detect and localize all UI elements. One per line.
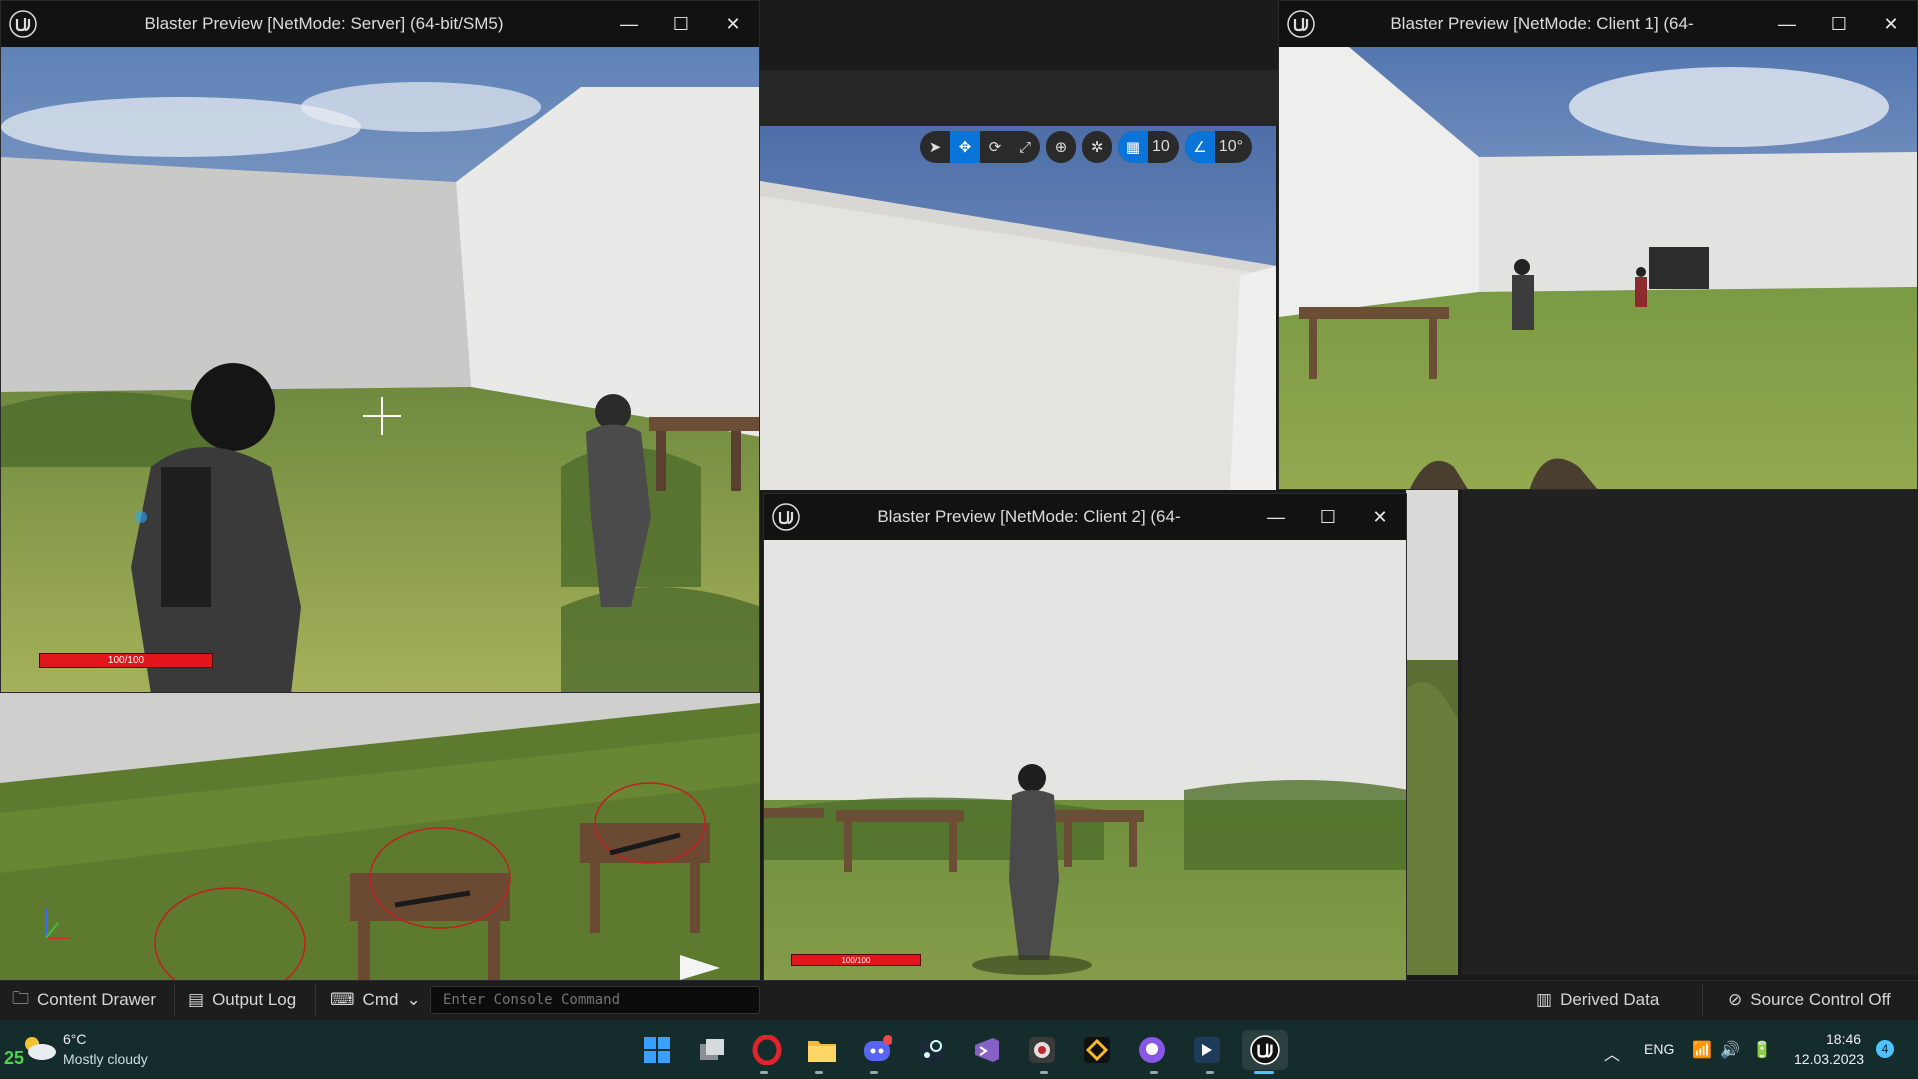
grid-snap-value[interactable]: 10 xyxy=(1148,131,1179,163)
world-space-group: ⊕ xyxy=(1046,131,1076,163)
level-viewport[interactable] xyxy=(760,126,1276,490)
maximize-icon[interactable]: ☐ xyxy=(1813,1,1865,47)
windows-start-icon[interactable] xyxy=(637,1030,677,1070)
wifi-icon[interactable]: 📶 xyxy=(1692,1040,1712,1060)
client2-window-title: Blaster Preview [NetMode: Client 2] (64- xyxy=(877,507,1181,526)
server-window-title: Blaster Preview [NetMode: Server] (64-bi… xyxy=(144,14,504,33)
cmd-dropdown[interactable]: ⌨ Cmd ⌄ xyxy=(320,980,431,1020)
output-log-button[interactable]: ▤ Output Log xyxy=(178,980,306,1020)
editor-lower-viewport[interactable] xyxy=(0,693,760,980)
close-icon[interactable]: ✕ xyxy=(707,1,759,47)
running-indicator xyxy=(870,1071,878,1074)
chevron-down-icon: ⌄ xyxy=(406,990,421,1009)
client2-preview-window[interactable]: Blaster Preview [NetMode: Client 2] (64-… xyxy=(763,493,1407,1020)
rotation-snap-icon[interactable]: ∠ xyxy=(1184,131,1215,163)
opera-icon[interactable] xyxy=(747,1030,787,1070)
client1-game-view[interactable] xyxy=(1279,47,1917,489)
weather-description: Mostly cloudy xyxy=(63,1051,148,1067)
maximize-icon[interactable]: ☐ xyxy=(655,1,707,47)
file-explorer-icon[interactable] xyxy=(802,1030,842,1070)
weather-temperature: 6°C xyxy=(63,1031,87,1047)
derived-data-icon: ▥ xyxy=(1536,990,1553,1009)
source-control-off-icon: ⊘ xyxy=(1728,990,1743,1009)
github-icon[interactable] xyxy=(1132,1030,1172,1070)
side-viewport-strip xyxy=(1406,490,1458,975)
server-preview-window[interactable]: Blaster Preview [NetMode: Server] (64-bi… xyxy=(0,0,760,693)
world-space-icon[interactable]: ⊕ xyxy=(1046,131,1076,163)
close-icon[interactable]: ✕ xyxy=(1354,494,1406,540)
derived-data-label: Derived Data xyxy=(1560,990,1660,1009)
terminal-icon: ⌨ xyxy=(330,990,355,1009)
client1-preview-window[interactable]: Blaster Preview [NetMode: Client 1] (64-… xyxy=(1278,0,1918,490)
running-indicator xyxy=(815,1071,823,1074)
active-indicator xyxy=(1254,1071,1274,1074)
scale-mode-icon[interactable]: ⤢ xyxy=(1010,131,1040,163)
show-hidden-icons-chevron-up-icon[interactable]: ︿ xyxy=(1604,1041,1620,1065)
content-drawer-label: Content Drawer xyxy=(37,990,157,1009)
unreal-logo-icon xyxy=(1,1,45,47)
divider xyxy=(315,984,316,1016)
server-titlebar[interactable]: Blaster Preview [NetMode: Server] (64-bi… xyxy=(1,1,759,47)
select-mode-icon[interactable]: ➤ xyxy=(920,131,950,163)
minimize-icon[interactable]: — xyxy=(1250,494,1302,540)
client1-window-title: Blaster Preview [NetMode: Client 1] (64- xyxy=(1390,14,1694,33)
editor-tab-area xyxy=(760,70,1280,126)
task-view-icon[interactable] xyxy=(692,1030,732,1070)
steam-icon[interactable] xyxy=(912,1030,952,1070)
minimize-icon[interactable]: — xyxy=(603,1,655,47)
battery-icon[interactable]: 🔋 xyxy=(1752,1040,1772,1060)
editor-toolbar-area xyxy=(760,0,1280,70)
client2-health-bar: 100/100 xyxy=(791,954,921,966)
minimize-icon[interactable]: — xyxy=(1761,1,1813,47)
server-game-view[interactable]: 100/100 xyxy=(1,47,759,692)
unreal-engine-taskbar-icon[interactable] xyxy=(1242,1030,1288,1070)
divider xyxy=(1702,984,1703,1016)
divider xyxy=(174,984,175,1016)
running-indicator xyxy=(1040,1071,1048,1074)
rotation-snap-value[interactable]: 10° xyxy=(1215,131,1252,163)
content-drawer-icon: 🗀 xyxy=(12,988,29,1008)
grid-snap-icon[interactable]: ▦ xyxy=(1118,131,1148,163)
discord-icon[interactable] xyxy=(857,1030,897,1070)
transform-group: ➤ ✥ ⟳ ⤢ xyxy=(920,131,1040,163)
close-icon[interactable]: ✕ xyxy=(1865,1,1917,47)
app-icon[interactable] xyxy=(1187,1030,1227,1070)
surface-snap-icon[interactable]: ✲ xyxy=(1082,131,1112,163)
running-indicator xyxy=(1150,1071,1158,1074)
unreal-logo-icon xyxy=(1279,1,1323,47)
translate-mode-icon[interactable]: ✥ xyxy=(950,131,980,163)
output-log-icon: ▤ xyxy=(188,990,205,1009)
cmd-label: Cmd xyxy=(362,990,399,1009)
console-command-input[interactable] xyxy=(430,986,760,1014)
client1-titlebar[interactable]: Blaster Preview [NetMode: Client 1] (64-… xyxy=(1279,1,1917,47)
derived-data-button[interactable]: ▥ Derived Data xyxy=(1526,980,1669,1020)
running-indicator xyxy=(1206,1071,1214,1074)
notification-badge[interactable]: 4 xyxy=(1876,1040,1894,1058)
details-panel xyxy=(1462,490,1918,975)
rotation-snap-group: ∠ 10° xyxy=(1184,131,1252,163)
binance-icon[interactable] xyxy=(1077,1030,1117,1070)
surface-snap-group: ✲ xyxy=(1082,131,1112,163)
client2-titlebar[interactable]: Blaster Preview [NetMode: Client 2] (64-… xyxy=(764,494,1406,540)
clock-time[interactable]: 18:46 xyxy=(1826,1031,1861,1047)
source-control-label: Source Control Off xyxy=(1750,990,1891,1009)
weather-badge: 25 xyxy=(4,1048,25,1068)
client2-game-view[interactable]: 100/100 xyxy=(764,540,1406,1019)
viewport-toolbar: ➤ ✥ ⟳ ⤢ ⊕ ✲ ▦ 10 ∠ 10° xyxy=(920,131,1252,163)
windows-taskbar xyxy=(0,1020,1918,1079)
clock-date[interactable]: 12.03.2023 xyxy=(1794,1051,1864,1067)
source-control-button[interactable]: ⊘ Source Control Off xyxy=(1718,980,1901,1020)
obs-icon[interactable] xyxy=(1022,1030,1062,1070)
visual-studio-icon[interactable] xyxy=(967,1030,1007,1070)
unreal-logo-icon xyxy=(764,494,808,540)
grid-snap-group: ▦ 10 xyxy=(1118,131,1179,163)
rotate-mode-icon[interactable]: ⟳ xyxy=(980,131,1010,163)
content-drawer-button[interactable]: 🗀 Content Drawer xyxy=(2,980,166,1020)
language-indicator[interactable]: ENG xyxy=(1644,1041,1674,1057)
maximize-icon[interactable]: ☐ xyxy=(1302,494,1354,540)
running-indicator xyxy=(760,1071,768,1074)
volume-icon[interactable]: 🔊 xyxy=(1720,1040,1740,1060)
server-health-bar: 100/100 xyxy=(39,653,213,668)
output-log-label: Output Log xyxy=(212,990,297,1009)
